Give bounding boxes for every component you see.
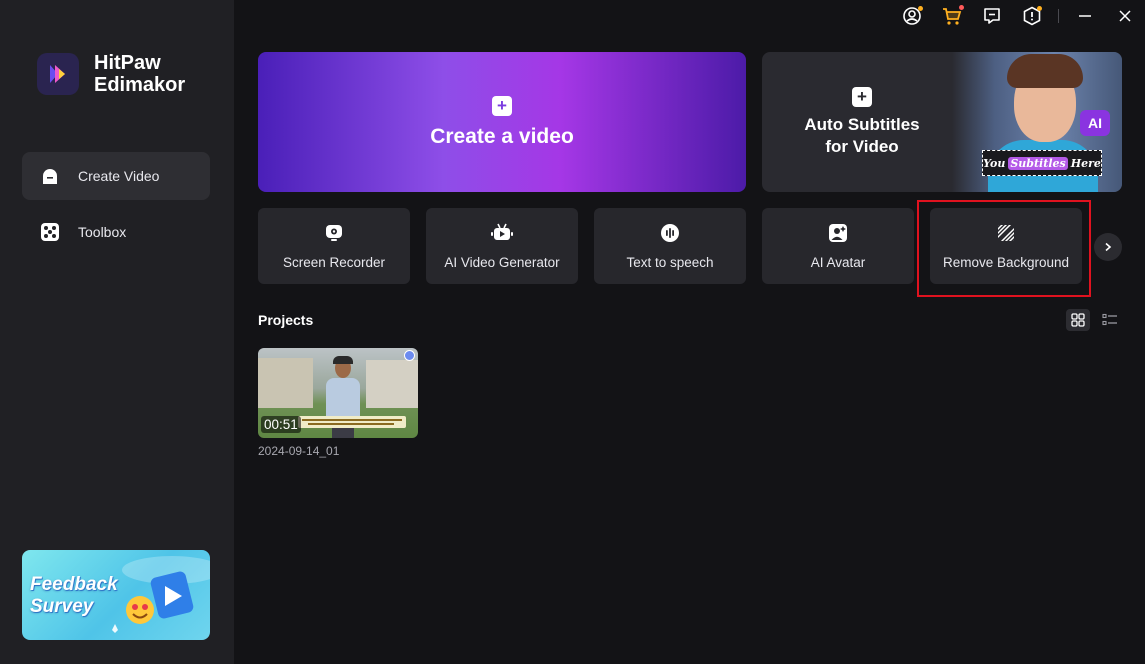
cart-dot xyxy=(959,5,964,10)
settings-dot xyxy=(1037,6,1042,11)
auto-subtitles-line2: for Video xyxy=(825,136,899,156)
project-name: 2024-09-14_01 xyxy=(258,444,340,458)
toolbar-divider xyxy=(1058,9,1059,23)
ai-video-generator-icon xyxy=(491,222,513,244)
ai-avatar-icon xyxy=(827,222,849,244)
create-video-icon xyxy=(39,165,61,187)
thumb-caption-strip xyxy=(298,416,406,428)
plus-icon: + xyxy=(492,95,512,116)
edimakor-logo-icon xyxy=(37,53,79,95)
auto-subtitles-line1: Auto Subtitles xyxy=(804,114,920,134)
grid-view-button[interactable] xyxy=(1066,309,1090,331)
tool-ai-avatar[interactable]: AI Avatar xyxy=(762,208,914,284)
feedback-icon xyxy=(984,8,1000,24)
auto-subtitles-preview-image: AI You Subtitles Here xyxy=(952,52,1122,192)
ai-badge: AI xyxy=(1080,110,1110,136)
minimize-button[interactable] xyxy=(1065,4,1105,28)
sample-word: You xyxy=(983,156,1006,170)
tool-label: Screen Recorder xyxy=(282,255,386,270)
close-button[interactable] xyxy=(1105,4,1145,28)
sidebar-item-create-video[interactable]: Create Video xyxy=(22,152,210,200)
sidebar: HitPaw Edimakor Create Video Toolbox Fee… xyxy=(0,0,234,664)
app-name: HitPaw Edimakor xyxy=(94,52,185,96)
feedback-line1: Feedback xyxy=(30,574,118,595)
project-duration: 00:51 xyxy=(261,416,301,433)
preview-hair xyxy=(1007,54,1083,88)
app-name-line2: Edimakor xyxy=(94,74,186,96)
tool-label: Text to speech xyxy=(626,255,714,270)
feedback-survey-banner[interactable]: Feedback Survey xyxy=(22,550,210,640)
auto-subtitles-label: Auto Subtitles for Video xyxy=(804,114,919,158)
sidebar-item-toolbox[interactable]: Toolbox xyxy=(22,208,210,256)
text-to-speech-icon xyxy=(659,222,681,244)
auto-subtitles-text: + Auto Subtitles for Video xyxy=(762,52,962,192)
plus-icon: + xyxy=(852,86,872,107)
projects-title: Projects xyxy=(258,312,314,328)
app-name-line1: HitPaw xyxy=(94,52,161,74)
thumb-person-cap xyxy=(333,356,353,364)
project-thumbnail[interactable]: 00:51 xyxy=(258,348,418,438)
feedback-banner-text: Feedback Survey xyxy=(30,574,118,618)
cart-button[interactable] xyxy=(932,4,972,28)
feedback-line2: Survey xyxy=(30,596,94,617)
sidebar-item-label: Create Video xyxy=(78,168,160,184)
notification-dot xyxy=(918,6,923,11)
project-status-icon xyxy=(404,350,415,361)
settings-button[interactable] xyxy=(1012,4,1052,28)
window-toolbar xyxy=(892,4,1145,28)
grid-view-icon xyxy=(1071,313,1085,327)
tool-remove-background[interactable]: Remove Background xyxy=(930,208,1082,284)
feedback-button[interactable] xyxy=(972,4,1012,28)
minimize-icon xyxy=(1079,15,1091,17)
tool-ai-video-generator[interactable]: AI Video Generator xyxy=(426,208,578,284)
tool-text-to-speech[interactable]: Text to speech xyxy=(594,208,746,284)
sidebar-item-label: Toolbox xyxy=(78,224,127,240)
create-video-card[interactable]: + Create a video xyxy=(258,52,746,192)
tool-label: AI Avatar xyxy=(810,255,866,270)
app-logo: HitPaw Edimakor xyxy=(37,52,185,96)
tool-label: AI Video Generator xyxy=(444,255,560,270)
sample-subtitle-strip: You Subtitles Here xyxy=(982,150,1102,176)
chevron-right-icon xyxy=(1105,242,1112,252)
close-icon xyxy=(1119,10,1131,22)
thumb-background-left xyxy=(258,358,313,408)
tool-label: Remove Background xyxy=(942,255,1070,270)
remove-background-icon xyxy=(995,222,1017,244)
sample-word-highlight: Subtitles xyxy=(1008,156,1068,170)
account-button[interactable] xyxy=(892,4,932,28)
create-video-label: Create a video xyxy=(430,124,574,148)
auto-subtitles-card[interactable]: AI You Subtitles Here + Auto Subtitles f… xyxy=(762,52,1122,192)
screen-recorder-icon xyxy=(323,222,345,244)
tool-screen-recorder[interactable]: Screen Recorder xyxy=(258,208,410,284)
tools-next-button[interactable] xyxy=(1094,233,1122,261)
list-view-icon xyxy=(1102,313,1117,326)
list-view-button[interactable] xyxy=(1098,309,1122,331)
sample-word: Here xyxy=(1070,156,1101,170)
thumb-background-right xyxy=(366,360,418,408)
toolbox-icon xyxy=(39,221,61,243)
